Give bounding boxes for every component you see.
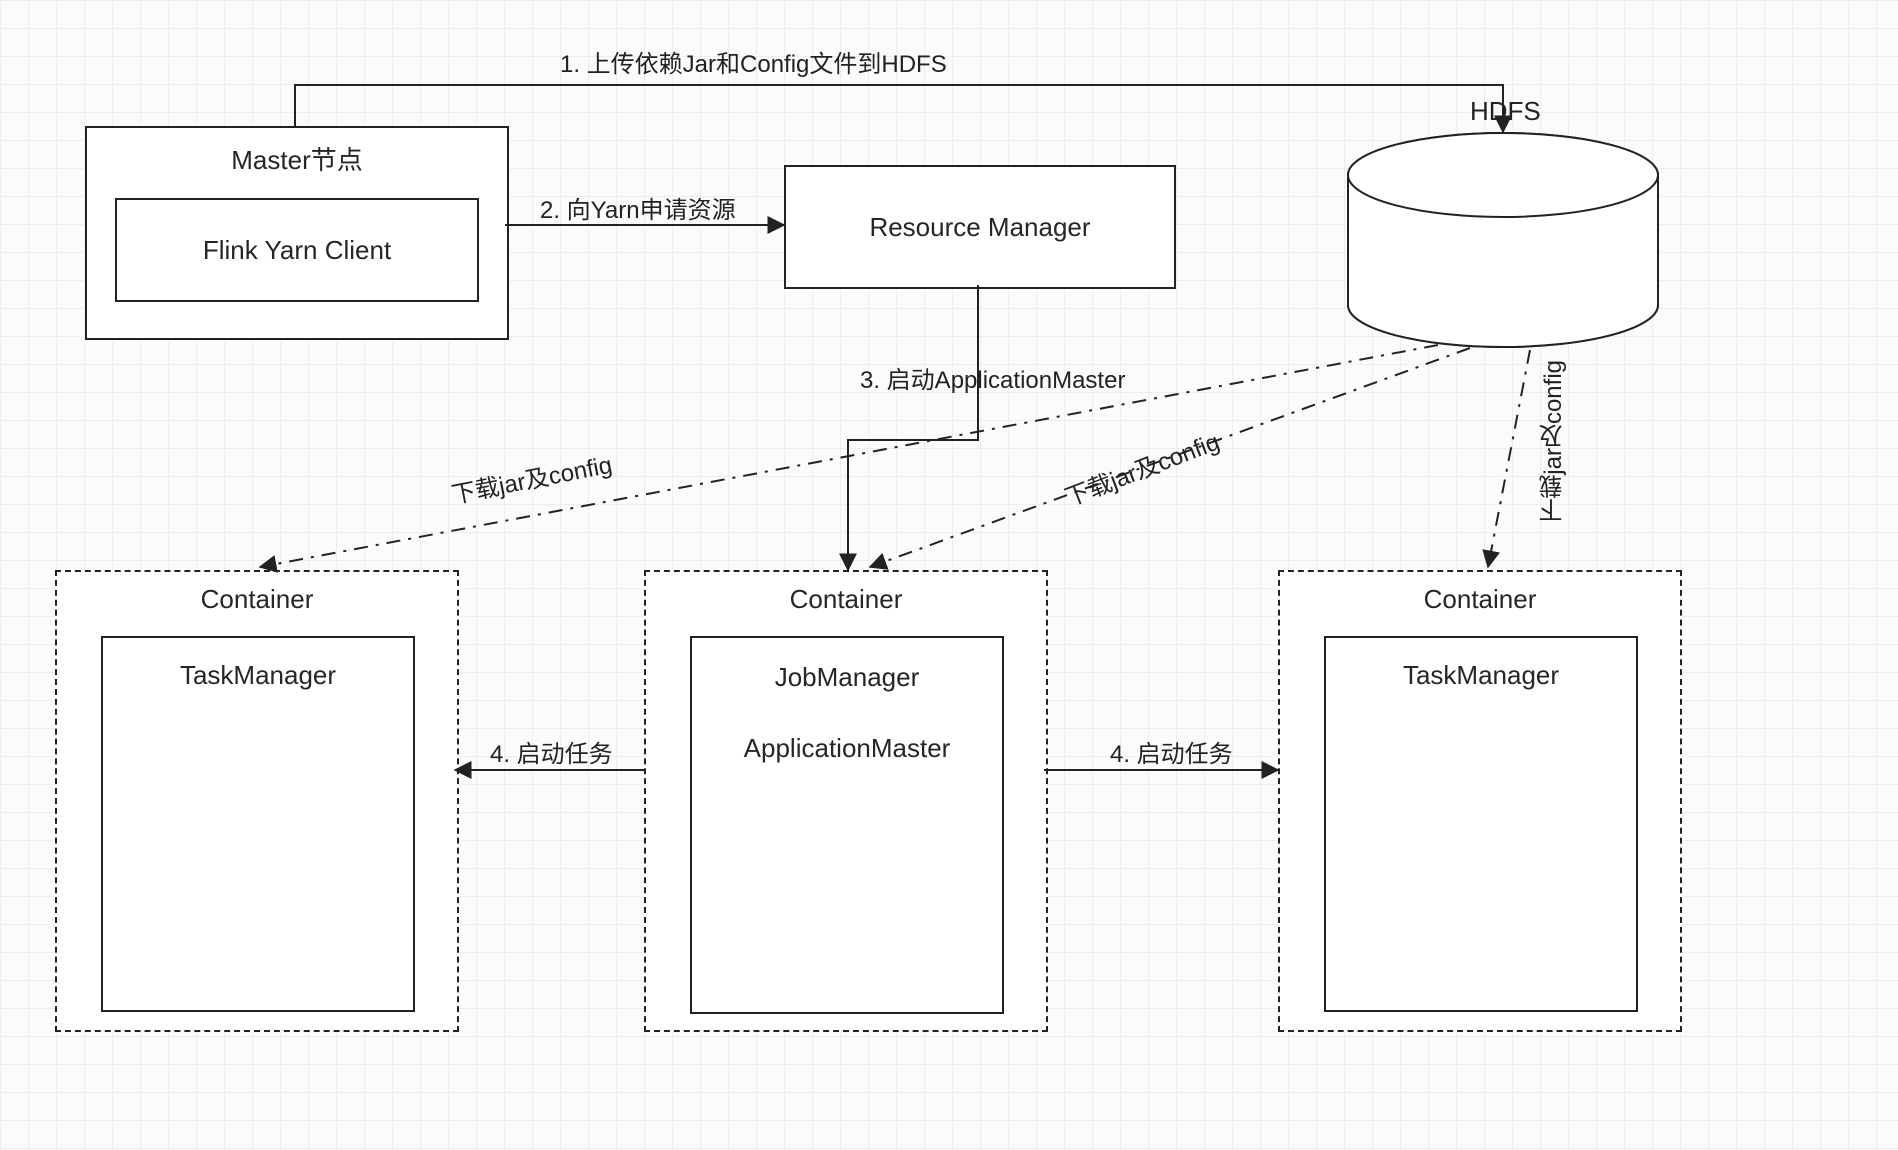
taskmanager-right-box: TaskManager — [1324, 636, 1638, 1012]
master-node-box: Master节点 Flink Yarn Client — [85, 126, 509, 340]
edge-download-right — [1488, 350, 1530, 567]
edge-download-left — [260, 345, 1438, 567]
container-right-title: Container — [1280, 584, 1680, 615]
hdfs-label: HDFS — [1470, 96, 1541, 127]
container-mid-box: Container JobManager ApplicationMaster — [644, 570, 1048, 1032]
master-node-title: Master节点 — [87, 140, 507, 177]
container-left-title: Container — [57, 584, 457, 615]
taskmanager-left-box: TaskManager — [101, 636, 415, 1012]
container-left-box: Container TaskManager — [55, 570, 459, 1032]
jobmanager-label: JobManager — [775, 662, 920, 693]
step4-right-label: 4. 启动任务 — [1110, 734, 1233, 769]
step2-label: 2. 向Yarn申请资源 — [540, 190, 736, 225]
hdfs-cylinder-icon — [1348, 133, 1658, 347]
container-mid-title: Container — [646, 584, 1046, 615]
step1-label: 1. 上传依赖Jar和Config文件到HDFS — [560, 44, 947, 79]
download-right-label: 下载jar及config — [1536, 360, 1571, 523]
flink-yarn-client-box: Flink Yarn Client — [115, 198, 479, 302]
applicationmaster-label: ApplicationMaster — [744, 733, 951, 764]
edge-step1 — [295, 85, 1503, 132]
jobmanager-appmaster-box: JobManager ApplicationMaster — [690, 636, 1004, 1014]
edge-step3 — [848, 285, 978, 570]
step3-label: 3. 启动ApplicationMaster — [860, 360, 1125, 395]
resource-manager-box: Resource Manager — [784, 165, 1176, 289]
download-mid-label: 下载jar及config — [1059, 422, 1223, 513]
step4-left-label: 4. 启动任务 — [490, 734, 613, 769]
container-right-box: Container TaskManager — [1278, 570, 1682, 1032]
download-left-label: 下载jar及config — [448, 445, 614, 510]
